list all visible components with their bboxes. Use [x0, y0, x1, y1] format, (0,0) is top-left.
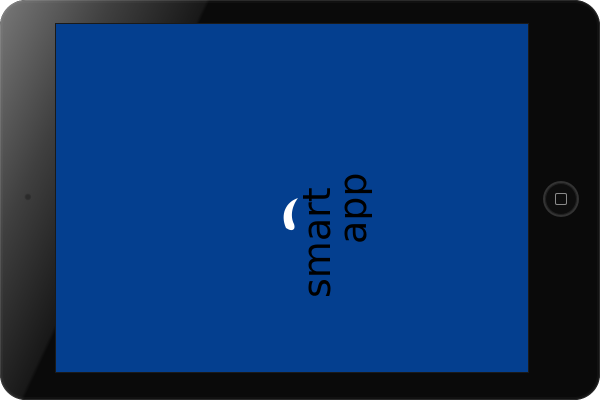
logo-word-app: app — [331, 172, 372, 244]
splash-screen: smart app — [56, 24, 528, 372]
logo-graphic: smart app — [283, 172, 372, 298]
home-button-icon — [555, 193, 567, 205]
camera-icon — [24, 193, 32, 201]
app-logo: smart app — [272, 162, 372, 298]
home-button[interactable] — [545, 183, 577, 215]
tablet-frame: smart app — [0, 0, 600, 400]
